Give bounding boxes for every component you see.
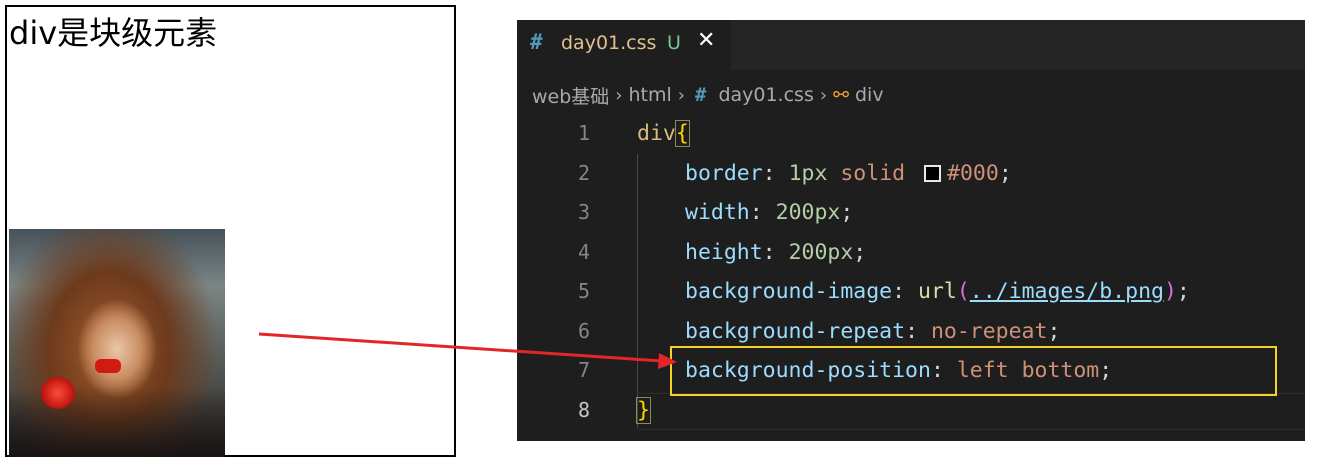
symbol-class-icon: ⚯ xyxy=(833,84,849,106)
code-line: 8 } xyxy=(517,391,1305,430)
value-number: 200px xyxy=(775,200,841,225)
close-brace: } xyxy=(636,396,651,424)
property: width xyxy=(685,200,750,225)
property: height xyxy=(685,239,763,265)
selector: div xyxy=(637,121,676,146)
line-number: 1 xyxy=(577,121,590,145)
value-number: 200px xyxy=(788,239,854,265)
background-image-girl xyxy=(9,229,225,457)
code-text: } xyxy=(636,391,651,430)
code-line: 5 background-image: url(../images/b.png)… xyxy=(517,272,1305,311)
code-text: height: 200px; xyxy=(685,239,867,265)
property: background-image xyxy=(685,279,893,304)
line-number: 2 xyxy=(577,160,590,185)
chevron-right-icon: › xyxy=(615,84,623,106)
code-text: border: 1px solid #000; xyxy=(685,160,1012,186)
close-icon[interactable]: ✕ xyxy=(697,28,715,53)
css-file-icon: # xyxy=(694,84,707,106)
value-color: #000 xyxy=(947,160,999,186)
url-link[interactable]: ../images/b.png xyxy=(970,279,1164,304)
annotation-highlight-box xyxy=(670,346,1277,396)
line-number: 6 xyxy=(577,318,590,343)
tab-filename: day01.css xyxy=(561,32,657,54)
red-flower xyxy=(41,377,75,409)
color-swatch[interactable] xyxy=(924,164,942,182)
tab-bar: # day01.css U ✕ xyxy=(517,20,1305,70)
code-line: 6 background-repeat: no-repeat; xyxy=(517,312,1305,351)
value-keyword: solid xyxy=(840,160,906,186)
breadcrumb-item-root[interactable]: web基础 xyxy=(532,82,609,109)
code-text: background-image: url(../images/b.png); xyxy=(685,279,1190,304)
breadcrumb-item-file[interactable]: day01.css xyxy=(718,84,813,106)
breadcrumb-item-folder[interactable]: html xyxy=(629,84,672,106)
breadcrumb-item-symbol[interactable]: div xyxy=(855,84,884,106)
line-number: 7 xyxy=(577,358,590,382)
property: border xyxy=(685,160,763,186)
line-number: 3 xyxy=(577,200,590,224)
line-number: 5 xyxy=(577,279,590,303)
preview-text: div是块级元素 xyxy=(9,14,218,52)
value-keyword: no-repeat xyxy=(930,318,1048,344)
open-brace: { xyxy=(674,120,690,147)
code-editor-window: # day01.css U ✕ web基础 › html › # day01.c… xyxy=(517,20,1305,441)
code-text: width: 200px; xyxy=(685,200,854,225)
red-bow xyxy=(95,359,121,373)
tab-day01-css[interactable]: # day01.css U ✕ xyxy=(517,20,731,70)
value-number: 1px xyxy=(788,160,828,186)
chevron-right-icon: › xyxy=(677,84,685,106)
untracked-status-badge: U xyxy=(667,32,681,54)
function-name: url xyxy=(918,279,957,304)
code-line: 1 div{ xyxy=(517,114,1305,153)
preview-div-box: div是块级元素 xyxy=(5,5,456,457)
code-text: div{ xyxy=(637,114,690,153)
property: background-repeat xyxy=(685,318,906,344)
css-file-icon: # xyxy=(530,30,543,54)
chevron-right-icon: › xyxy=(819,84,828,106)
code-text: background-repeat: no-repeat; xyxy=(685,318,1061,344)
line-number: 4 xyxy=(577,239,590,264)
breadcrumb: web基础 › html › # day01.css › ⚯ div xyxy=(532,80,884,110)
code-line: 3 width: 200px; xyxy=(517,193,1305,232)
code-line: 4 height: 200px; xyxy=(517,233,1305,272)
line-number: 8 xyxy=(577,397,590,422)
code-line: 2 border: 1px solid #000; xyxy=(517,154,1305,193)
